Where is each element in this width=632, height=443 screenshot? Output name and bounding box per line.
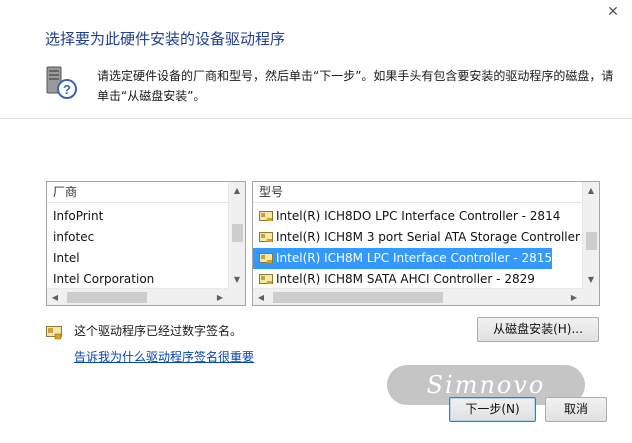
model-item[interactable]: Intel(R) ICH8DO LPC Interface Controller… [253,206,582,227]
svg-text:?: ? [63,82,71,97]
scroll-left-icon[interactable]: ◀ [253,289,269,305]
scroll-right-icon[interactable]: ▶ [566,289,582,305]
scrollbar-corner [228,288,245,305]
scroll-left-icon[interactable]: ◀ [47,289,63,305]
manufacturer-item[interactable]: InfoPrint [47,206,228,227]
scroll-thumb[interactable] [273,292,443,303]
cancel-button[interactable]: 取消 [545,397,607,422]
signature-status-text: 这个驱动程序已经过数字签名。 [74,324,243,338]
model-item[interactable]: Intel(R) ICH8M 3 port Serial ATA Storage… [253,227,588,248]
close-icon[interactable]: ✕ [604,3,622,21]
scrollbar-corner [582,288,599,305]
header-divider [0,118,632,119]
manufacturer-item[interactable]: Intel [47,248,228,269]
have-disk-button[interactable]: 从磁盘安装(H)... [477,317,599,342]
manufacturer-item[interactable]: infotec [47,227,228,248]
driver-dialog: ✕ 选择要为此硬件安装的设备驱动程序 ? 请选定硬件设备的厂商和型号，然后单击“… [0,0,632,443]
page-title: 选择要为此硬件安装的设备驱动程序 [45,30,286,48]
manufacturer-listbox[interactable]: 厂商 InfoPrint infotec Intel Intel Corpora… [46,181,246,306]
model-item-label: Intel(R) ICH8M 3 port Serial ATA Storage… [276,230,589,244]
model-item-label: Intel(R) ICH8M SATA AHCI Controller - 28… [276,272,535,286]
driver-icon [259,271,273,284]
model-item[interactable]: Intel(R) ICH8M SATA AHCI Controller - 28… [253,269,582,290]
signed-driver-icon [46,326,62,340]
manufacturer-item[interactable]: Intel Corporation [47,269,228,290]
model-horizontal-scrollbar[interactable]: ◀ ▶ [253,288,582,305]
model-item-label: Intel(R) ICH8M LPC Interface Controller … [276,251,553,265]
model-column-header: 型号 [253,182,599,203]
scroll-down-icon[interactable]: ▼ [229,271,245,288]
model-vertical-scrollbar[interactable]: ▲ ▼ [582,182,599,288]
scroll-thumb[interactable] [232,224,243,242]
scroll-down-icon[interactable]: ▼ [583,271,599,288]
model-listbox[interactable]: 型号 Intel(R) ICH8DO LPC Interface Control… [252,181,600,306]
manufacturer-horizontal-scrollbar[interactable]: ◀ ▶ [47,288,228,305]
model-item-label: Intel(R) ICH8DO LPC Interface Controller… [276,209,561,223]
driver-icon [259,229,273,242]
instructions-text: 请选定硬件设备的厂商和型号，然后单击“下一步”。如果手头有包含要安装的驱动程序的… [97,69,614,103]
scroll-thumb[interactable] [586,232,597,250]
scroll-up-icon[interactable]: ▲ [229,182,245,199]
signing-info-link[interactable]: 告诉我为什么驱动程序签名很重要 [74,348,254,365]
next-button[interactable]: 下一步(N) [449,397,536,422]
scroll-up-icon[interactable]: ▲ [583,182,599,199]
model-item-selected[interactable]: Intel(R) ICH8M LPC Interface Controller … [253,248,552,269]
hardware-icon: ? [46,66,77,99]
scroll-right-icon[interactable]: ▶ [212,289,228,305]
manufacturer-column-header: 厂商 [47,182,245,203]
scroll-thumb[interactable] [67,292,147,303]
driver-icon [259,208,273,221]
driver-icon [259,250,273,263]
watermark-text: Simnovo [426,371,546,399]
manufacturer-vertical-scrollbar[interactable]: ▲ ▼ [228,182,245,288]
